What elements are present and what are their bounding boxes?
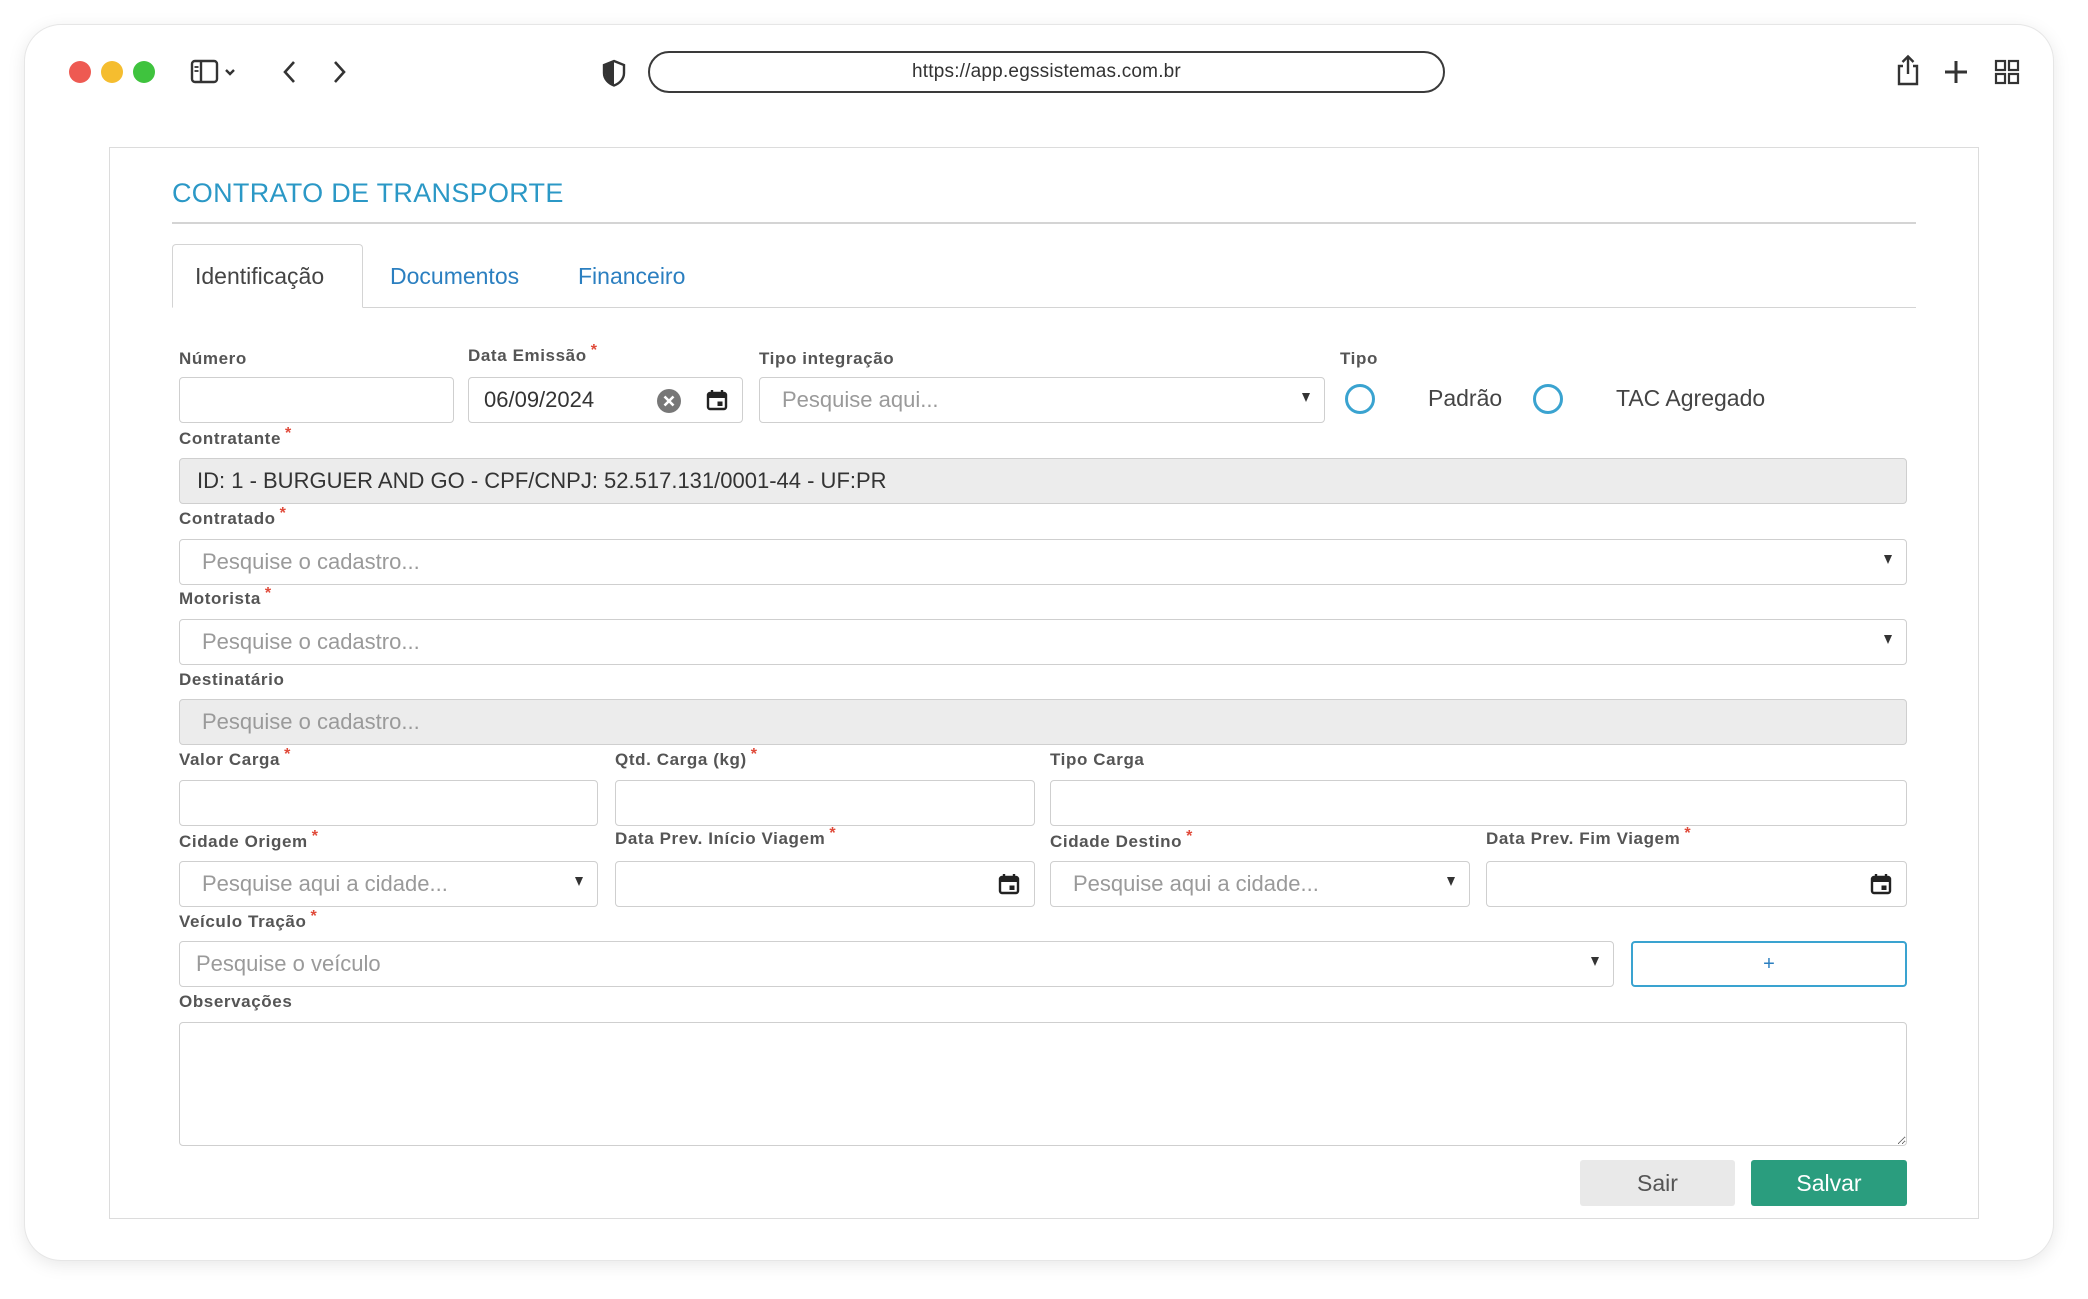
tab-documentos[interactable]: Documentos [390,244,519,308]
cidade-destino-label: Cidade Destino * [1050,828,1193,851]
contratante-label: Contratante * [179,425,292,448]
chevron-down-icon [1884,635,1892,644]
veiculo-label: Veículo Tração * [179,908,318,931]
radio-padrao[interactable] [1345,384,1375,414]
destinatario-placeholder: Pesquise o cadastro... [202,709,420,734]
radio-tac-agregado-label: TAC Agregado [1616,385,1766,411]
forward-arrow-icon[interactable] [327,58,351,86]
tab-bar: Identificação Documentos Financeiro [172,244,1916,308]
motorista-placeholder: Pesquise o cadastro... [202,629,420,654]
tab-financeiro[interactable]: Financeiro [578,244,685,308]
new-tab-plus-icon[interactable] [1942,58,1970,86]
close-window-button[interactable] [69,61,91,83]
qtd-carga-label: Qtd. Carga (kg) * [615,746,758,769]
contratante-value: ID: 1 - BURGUER AND GO - CPF/CNPJ: 52.51… [197,468,887,493]
title-divider [172,222,1916,224]
data-inicio-input[interactable] [615,861,1035,907]
salvar-button[interactable]: Salvar [1751,1160,1907,1206]
tab-label: Documentos [390,262,520,289]
numero-input[interactable] [179,377,454,423]
data-inicio-label: Data Prev. Início Viagem * [615,825,837,848]
contratante-field: ID: 1 - BURGUER AND GO - CPF/CNPJ: 52.51… [179,458,1907,504]
sair-button[interactable]: Sair [1580,1160,1735,1206]
calendar-icon[interactable] [706,389,728,411]
chevron-down-icon [1884,555,1892,564]
tipo-carga-input[interactable] [1050,780,1907,826]
tipo-carga-label: Tipo Carga [1050,750,1145,769]
tipo-integracao-label: Tipo integração [759,349,895,368]
qtd-carga-input[interactable] [615,780,1035,826]
contratado-select[interactable]: Pesquise o cadastro... [179,539,1907,585]
observacoes-label: Observações [179,992,293,1011]
chevron-down-icon [1302,393,1310,402]
contract-form-panel: CONTRATO DE TRANSPORTE Identificação Doc… [109,147,1979,1219]
tab-label: Financeiro [578,262,686,289]
destinatario-label: Destinatário [179,670,285,689]
veiculo-placeholder: Pesquise o veículo [196,951,381,976]
sidebar-toggle-icon[interactable] [190,58,240,86]
sair-label: Sair [1637,1169,1678,1196]
data-fim-label: Data Prev. Fim Viagem * [1486,825,1692,848]
radio-tac-agregado[interactable] [1533,384,1563,414]
address-bar[interactable]: https://app.egssistemas.com.br [648,51,1445,93]
valor-carga-label: Valor Carga * [179,746,291,769]
data-emissao-value: 06/09/2024 [484,387,595,412]
motorista-select[interactable]: Pesquise o cadastro... [179,619,1907,665]
tipo-integracao-placeholder: Pesquise aqui... [782,387,939,412]
chevron-down-icon [575,877,583,886]
motorista-label: Motorista * [179,585,272,608]
destinatario-field: Pesquise o cadastro... [179,699,1907,745]
share-icon[interactable] [1893,53,1923,89]
data-emissao-label: Data Emissão * [468,342,598,365]
data-emissao-input[interactable]: 06/09/2024 [468,377,743,423]
calendar-icon[interactable] [1870,873,1892,895]
valor-carga-input[interactable] [179,780,598,826]
tab-overview-grid-icon[interactable] [1993,58,2021,86]
browser-toolbar: https://app.egssistemas.com.br [25,25,2053,120]
salvar-label: Salvar [1796,1169,1862,1196]
tipo-label: Tipo [1340,349,1378,368]
page-title: CONTRATO DE TRANSPORTE [172,178,564,208]
add-vehicle-button[interactable]: + [1631,941,1907,987]
clear-date-icon[interactable] [656,388,682,414]
calendar-icon[interactable] [998,873,1020,895]
add-vehicle-label: + [1763,952,1775,975]
back-arrow-icon[interactable] [278,58,302,86]
cidade-origem-label: Cidade Origem * [179,828,319,851]
cidade-origem-placeholder: Pesquise aqui a cidade... [202,871,448,896]
minimize-window-button[interactable] [101,61,123,83]
contratado-placeholder: Pesquise o cadastro... [202,549,420,574]
shield-icon[interactable] [600,58,628,88]
tipo-integracao-select[interactable]: Pesquise aqui... [759,377,1325,423]
cidade-origem-select[interactable]: Pesquise aqui a cidade... [179,861,598,907]
cidade-destino-select[interactable]: Pesquise aqui a cidade... [1050,861,1470,907]
tab-identificacao[interactable]: Identificação [172,244,363,308]
contratado-label: Contratado * [179,505,287,528]
url-text: https://app.egssistemas.com.br [912,61,1181,82]
veiculo-select[interactable]: Pesquise o veículo [179,941,1614,987]
browser-window: https://app.egssistemas.com.br CONTRATO … [25,25,2053,1260]
numero-label: Número [179,349,247,368]
chevron-down-icon [1591,957,1599,966]
observacoes-textarea[interactable] [179,1022,1907,1146]
cidade-destino-placeholder: Pesquise aqui a cidade... [1073,871,1319,896]
data-fim-input[interactable] [1486,861,1907,907]
radio-padrao-label: Padrão [1428,385,1503,411]
maximize-window-button[interactable] [133,61,155,83]
tab-label: Identificação [195,262,325,289]
chevron-down-icon [1447,877,1455,886]
